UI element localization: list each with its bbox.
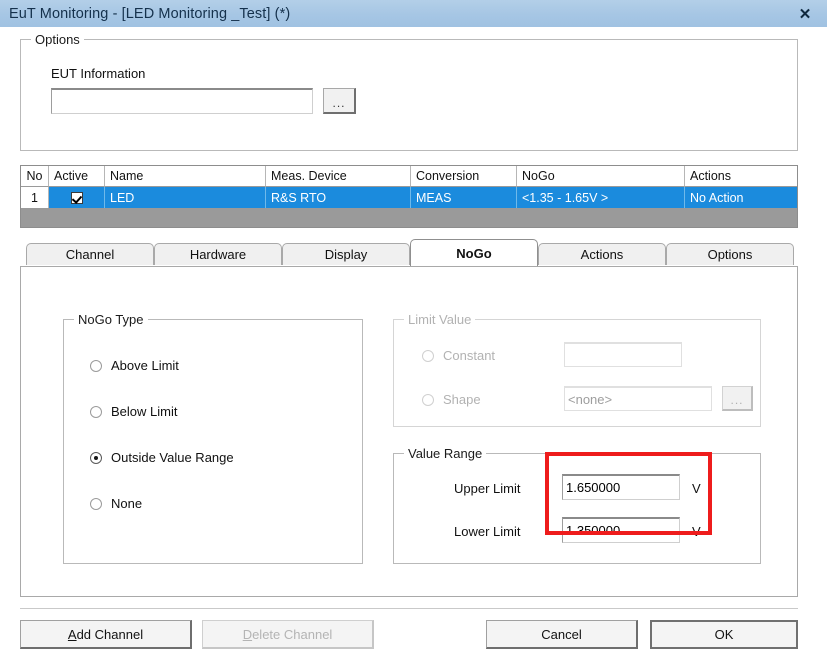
radio-label-above-limit: Above Limit — [111, 358, 179, 373]
table-header-no: No — [21, 166, 49, 187]
radio-none[interactable]: None — [90, 496, 142, 511]
dialog-client-area: Options EUT Information ... No Active Na… — [8, 27, 819, 649]
table-cell-actions: No Action — [690, 190, 744, 205]
eut-information-input[interactable] — [51, 88, 313, 114]
table-cell-meas-device: R&S RTO — [266, 187, 411, 208]
radio-below-limit[interactable]: Below Limit — [90, 404, 177, 419]
radio-label-outside-value-range: Outside Value Range — [111, 450, 234, 465]
title-bar: EuT Monitoring - [LED Monitoring _Test] … — [0, 0, 827, 27]
ok-button[interactable]: OK — [650, 620, 798, 649]
lower-limit-input[interactable]: 1.350000 — [562, 517, 680, 543]
radio-dot-constant — [422, 349, 434, 362]
radio-dot-none — [90, 497, 102, 510]
eut-information-label: EUT Information — [51, 66, 146, 81]
table-cell-active[interactable] — [49, 187, 105, 208]
table-header-meas-device: Meas. Device — [266, 166, 411, 187]
lower-limit-label: Lower Limit — [454, 524, 521, 539]
radio-dot-shape — [422, 393, 434, 406]
constant-value-input — [564, 342, 682, 367]
footer-separator — [20, 608, 798, 609]
add-channel-button[interactable]: Add Channel — [20, 620, 192, 649]
nogo-type-group: NoGo Type Above Limit Below Limit Outsid… — [63, 312, 363, 564]
options-group-title: Options — [31, 32, 84, 47]
tab-actions[interactable]: Actions — [538, 243, 666, 265]
shape-value-input: <none> — [564, 386, 712, 411]
tab-channel[interactable]: Channel — [26, 243, 154, 265]
add-channel-accel: A — [67, 626, 77, 642]
delete-channel-accel: D — [242, 626, 253, 642]
cancel-button[interactable]: Cancel — [486, 620, 638, 649]
tab-strip: Channel Hardware Display NoGo Actions Op… — [20, 239, 798, 266]
add-channel-label: dd Channel — [76, 626, 144, 642]
shape-browse-button: ... — [722, 386, 753, 411]
delete-channel-button: Delete Channel — [202, 620, 374, 649]
table-header-row: No Active Name Meas. Device Conversion N… — [21, 166, 797, 187]
table-row[interactable]: 1 LED R&S RTO MEAS <1.35 - 1.65V > No Ac… — [21, 187, 797, 208]
table-header-conversion: Conversion — [411, 166, 517, 187]
tab-hardware[interactable]: Hardware — [154, 243, 282, 265]
radio-outside-value-range[interactable]: Outside Value Range — [90, 450, 234, 465]
delete-channel-label: elete Channel — [252, 626, 333, 642]
table-cell-no: 1 — [21, 187, 49, 208]
upper-limit-label: Upper Limit — [454, 481, 521, 496]
tab-options[interactable]: Options — [666, 243, 794, 265]
eut-monitoring-dialog: EuT Monitoring - [LED Monitoring _Test] … — [0, 0, 827, 649]
radio-constant: Constant — [422, 348, 495, 363]
upper-limit-input[interactable]: 1.650000 — [562, 474, 680, 500]
table-header-actions: Actions — [685, 166, 797, 187]
radio-label-shape: Shape — [443, 392, 481, 407]
close-icon[interactable]: ✕ — [783, 0, 827, 27]
table-header-nogo: NoGo — [517, 166, 685, 187]
options-group: Options EUT Information ... — [20, 32, 798, 151]
tab-nogo[interactable]: NoGo — [410, 239, 538, 266]
upper-limit-unit: V — [692, 481, 701, 496]
value-range-group: Value Range Upper Limit 1.650000 V Lower… — [393, 446, 761, 564]
channel-table[interactable]: No Active Name Meas. Device Conversion N… — [20, 165, 798, 228]
table-empty-area — [21, 208, 797, 224]
radio-label-none: None — [111, 496, 143, 511]
radio-shape: Shape — [422, 392, 481, 407]
table-header-name: Name — [105, 166, 266, 187]
nogo-tab-panel: NoGo Type Above Limit Below Limit Outsid… — [20, 266, 798, 597]
table-header-active: Active — [49, 166, 105, 187]
radio-dot-below-limit — [90, 405, 102, 418]
limit-value-group: Limit Value Constant Shape <none> ... — [393, 312, 761, 427]
nogo-type-group-title: NoGo Type — [74, 312, 148, 327]
window-title: EuT Monitoring - [LED Monitoring _Test] … — [9, 5, 291, 22]
radio-label-constant: Constant — [443, 348, 496, 363]
radio-dot-outside-value-range — [90, 451, 102, 464]
eut-information-browse-button[interactable]: ... — [323, 88, 356, 114]
table-cell-nogo: <1.35 - 1.65V > — [517, 187, 685, 208]
table-cell-conversion: MEAS — [411, 187, 517, 208]
lower-limit-unit: V — [692, 524, 701, 539]
limit-value-group-title: Limit Value — [404, 312, 476, 327]
tab-display[interactable]: Display — [282, 243, 410, 265]
value-range-group-title: Value Range — [404, 446, 487, 461]
table-cell-name: LED — [105, 187, 266, 208]
radio-label-below-limit: Below Limit — [111, 404, 178, 419]
radio-above-limit[interactable]: Above Limit — [90, 358, 179, 373]
radio-dot-above-limit — [90, 359, 102, 372]
active-checkbox[interactable] — [70, 191, 83, 204]
